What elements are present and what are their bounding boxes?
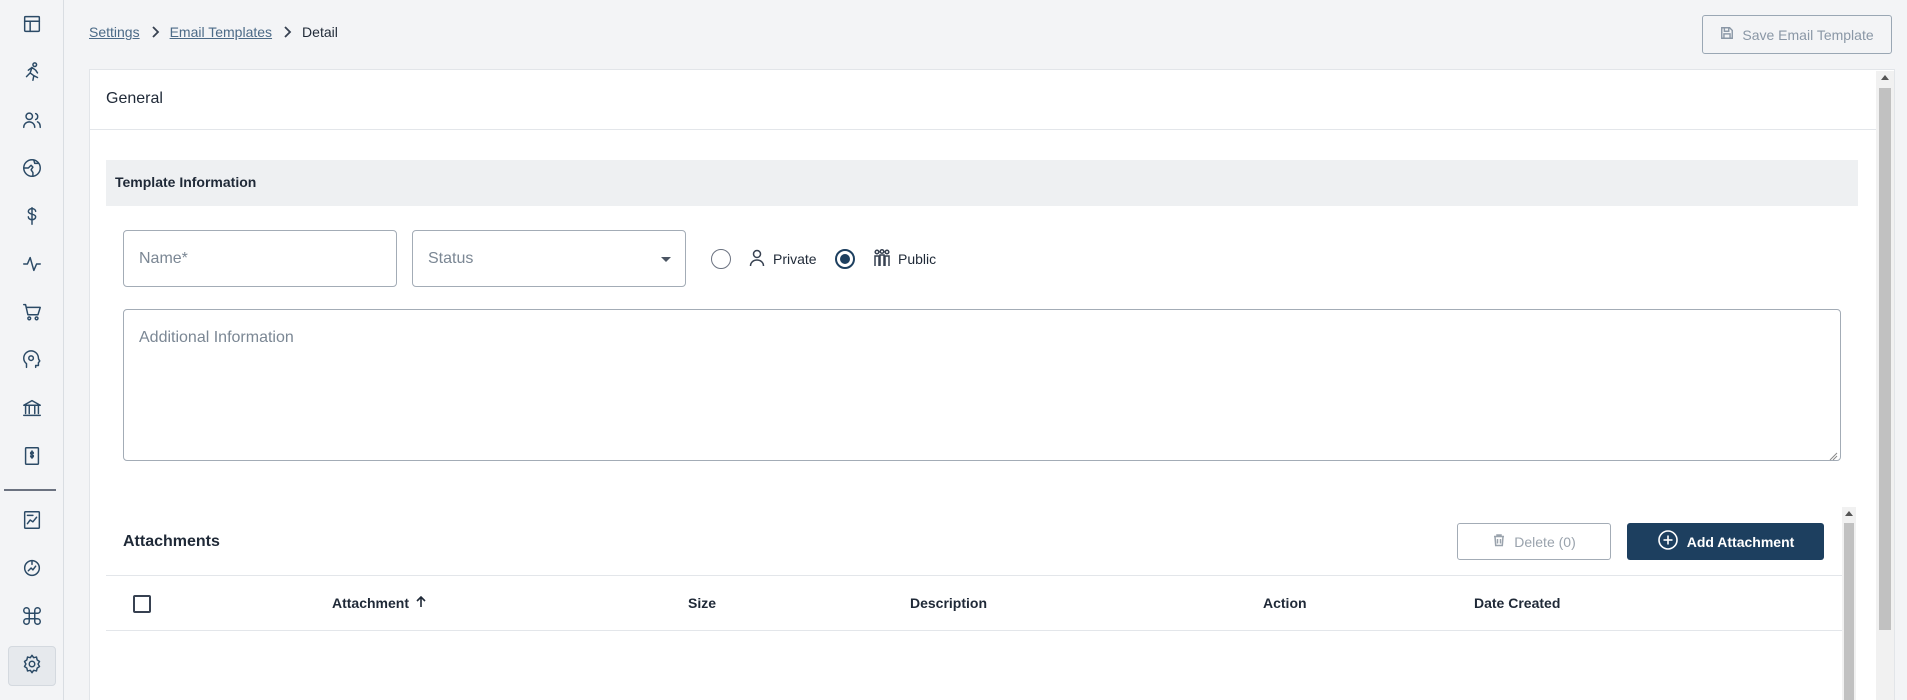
sidebar-item-finance[interactable] — [8, 198, 56, 238]
sidebar-item-analytics[interactable] — [8, 550, 56, 590]
breadcrumb: Settings Email Templates Detail — [89, 24, 338, 40]
panel-scrollbar[interactable] — [1876, 71, 1894, 700]
scroll-thumb[interactable] — [1879, 88, 1891, 630]
person-icon — [747, 248, 767, 268]
save-button-label: Save Email Template — [1742, 26, 1874, 43]
sidebar-item-global[interactable] — [8, 150, 56, 190]
delete-attachments-button[interactable]: Delete (0) — [1457, 523, 1611, 560]
save-icon — [1720, 26, 1734, 43]
scroll-thumb[interactable] — [1844, 523, 1854, 700]
resize-grip-icon[interactable] — [1828, 448, 1838, 461]
sidebar-item-insights[interactable] — [8, 342, 56, 382]
status-select[interactable]: Status — [412, 230, 686, 287]
scroll-up-arrow-icon[interactable] — [1881, 75, 1889, 80]
sidebar-item-activity[interactable] — [8, 246, 56, 286]
globe-icon — [21, 157, 43, 184]
cart-icon — [21, 301, 43, 328]
name-input-placeholder: Name* — [139, 250, 188, 267]
additional-information-placeholder: Additional Information — [139, 329, 294, 346]
add-attachment-button[interactable]: Add Attachment — [1627, 523, 1824, 560]
attachments-title: Attachments — [123, 533, 220, 550]
column-header-action: Action — [1263, 595, 1307, 611]
breadcrumb-email-templates-link[interactable]: Email Templates — [170, 24, 272, 40]
trash-icon — [1492, 533, 1506, 550]
private-radio-label: Private — [773, 251, 817, 267]
sidebar-item-shortcuts[interactable] — [8, 598, 56, 638]
column-header-date-created[interactable]: Date Created — [1474, 595, 1560, 611]
add-attachment-label: Add Attachment — [1686, 533, 1795, 550]
public-radio[interactable] — [835, 249, 855, 269]
sidebar — [0, 0, 64, 700]
layout-icon — [21, 13, 43, 40]
save-email-template-button[interactable]: Save Email Template — [1702, 15, 1892, 54]
command-icon — [21, 605, 43, 632]
group-icon — [872, 248, 892, 268]
breadcrumb-current: Detail — [302, 24, 338, 40]
breadcrumb-settings-link[interactable]: Settings — [89, 24, 140, 40]
running-person-icon — [21, 61, 43, 88]
sidebar-item-reports[interactable] — [8, 502, 56, 542]
chevron-right-icon — [282, 26, 292, 38]
sidebar-item-orders[interactable] — [8, 294, 56, 334]
delete-button-label: Delete (0) — [1514, 533, 1576, 550]
public-radio-label: Public — [898, 251, 937, 267]
sidebar-item-activities[interactable] — [8, 54, 56, 94]
gear-icon — [21, 653, 43, 680]
attachments-table-header: Attachment Size Description Action Date … — [106, 575, 1842, 631]
sidebar-item-invoices[interactable] — [8, 438, 56, 478]
sidebar-divider — [4, 489, 56, 491]
sort-arrow-up-icon — [415, 595, 427, 611]
column-header-size[interactable]: Size — [688, 595, 716, 611]
status-select-placeholder: Status — [428, 250, 474, 267]
section-title-template-information: Template Information — [106, 160, 1858, 206]
caret-down-icon — [661, 257, 671, 262]
column-attachment-label: Attachment — [332, 595, 410, 611]
bank-icon — [21, 397, 43, 424]
name-input[interactable]: Name* — [123, 230, 397, 287]
column-header-attachment[interactable]: Attachment — [332, 595, 427, 611]
users-icon — [21, 109, 43, 136]
additional-information-textarea[interactable]: Additional Information — [123, 309, 1841, 461]
attachments-scrollbar[interactable] — [1842, 507, 1856, 700]
dollar-icon — [21, 205, 43, 232]
sidebar-item-settings[interactable] — [8, 646, 56, 686]
general-panel: General Template Information Name* Statu… — [89, 69, 1895, 700]
private-radio[interactable] — [711, 249, 731, 269]
activity-icon — [21, 253, 43, 280]
panel-title: General — [90, 70, 1894, 130]
chevron-right-icon — [150, 26, 160, 38]
column-header-description[interactable]: Description — [910, 595, 987, 611]
select-all-checkbox[interactable] — [133, 595, 151, 613]
scroll-up-arrow-icon[interactable] — [1845, 511, 1853, 516]
sidebar-item-contacts[interactable] — [8, 102, 56, 142]
chart-globe-icon — [21, 557, 43, 584]
sidebar-item-dashboard[interactable] — [8, 6, 56, 46]
invoice-icon — [21, 445, 43, 472]
head-icon — [21, 349, 43, 376]
report-icon — [21, 509, 43, 536]
plus-circle-icon — [1657, 529, 1679, 554]
sidebar-item-banking[interactable] — [8, 390, 56, 430]
